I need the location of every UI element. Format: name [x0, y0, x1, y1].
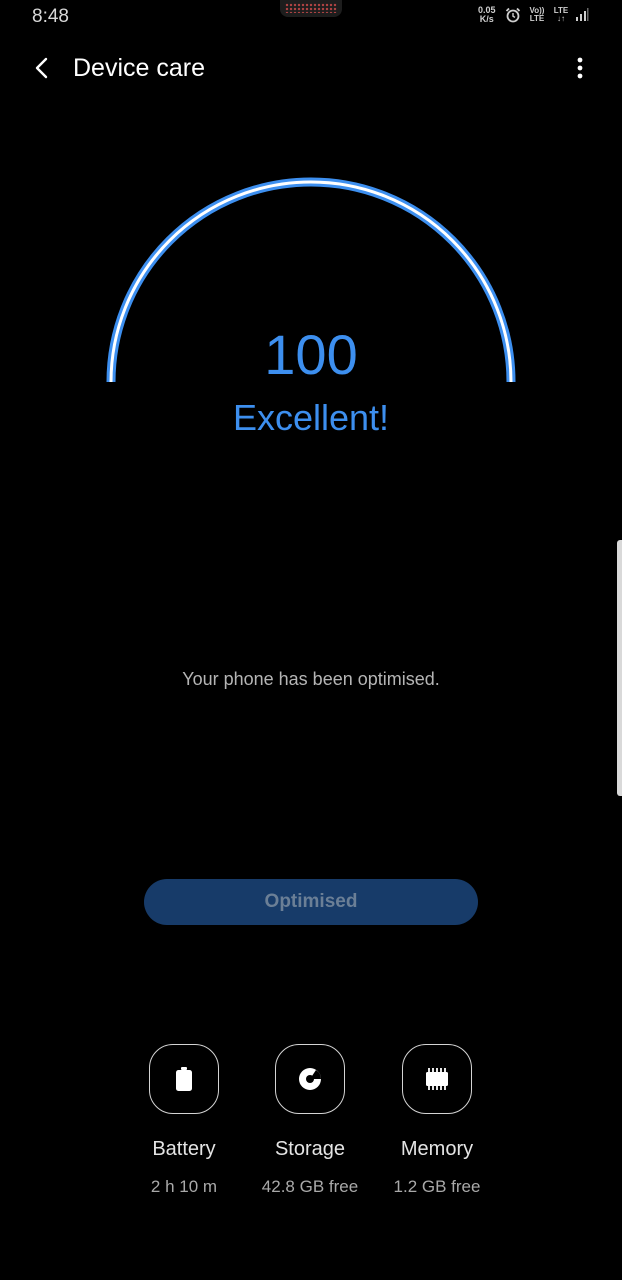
memory-label: Memory	[400, 1138, 474, 1160]
notification-indicator	[280, 0, 342, 17]
alarm-icon	[505, 7, 521, 23]
network-speed-unit: K/s	[479, 14, 494, 24]
lte-label: LTE	[553, 6, 569, 15]
storage-icon	[299, 1068, 321, 1090]
memory-value: 1.2 GB free	[393, 1177, 481, 1196]
score-value: 100	[264, 323, 358, 386]
status-icons: Vo)) LTE LTE ↓↑	[505, 7, 589, 23]
status-time: 8:48	[32, 6, 69, 27]
app-bar: Device care	[0, 44, 622, 94]
battery-icon	[176, 1067, 192, 1091]
memory-tile[interactable]: Memory 1.2 GB free	[357, 1044, 517, 1197]
status-bar: 8:48 0.05 K/s Vo)) LTE LTE ↓↑	[0, 0, 622, 34]
score-label: Excellent!	[232, 397, 390, 438]
scroll-indicator[interactable]	[617, 540, 622, 796]
memory-button[interactable]	[402, 1044, 472, 1114]
device-care-tiles: Battery 2 h 10 m Storage 42.8 GB free Me…	[0, 1044, 622, 1214]
lte-icon: LTE ↓↑	[553, 6, 569, 23]
more-options-icon[interactable]	[568, 54, 592, 82]
memory-icon	[426, 1068, 448, 1090]
page-title: Device care	[73, 54, 205, 82]
battery-button[interactable]	[149, 1044, 219, 1114]
storage-button[interactable]	[275, 1044, 345, 1114]
back-arrow-icon[interactable]	[28, 54, 56, 82]
optimise-button[interactable]: Optimised	[144, 879, 478, 925]
signal-icon	[576, 8, 589, 21]
volte-icon: Vo)) LTE	[529, 6, 545, 23]
status-message: Your phone has been optimised.	[182, 669, 440, 689]
network-speed: 0.05 K/s	[478, 6, 496, 24]
